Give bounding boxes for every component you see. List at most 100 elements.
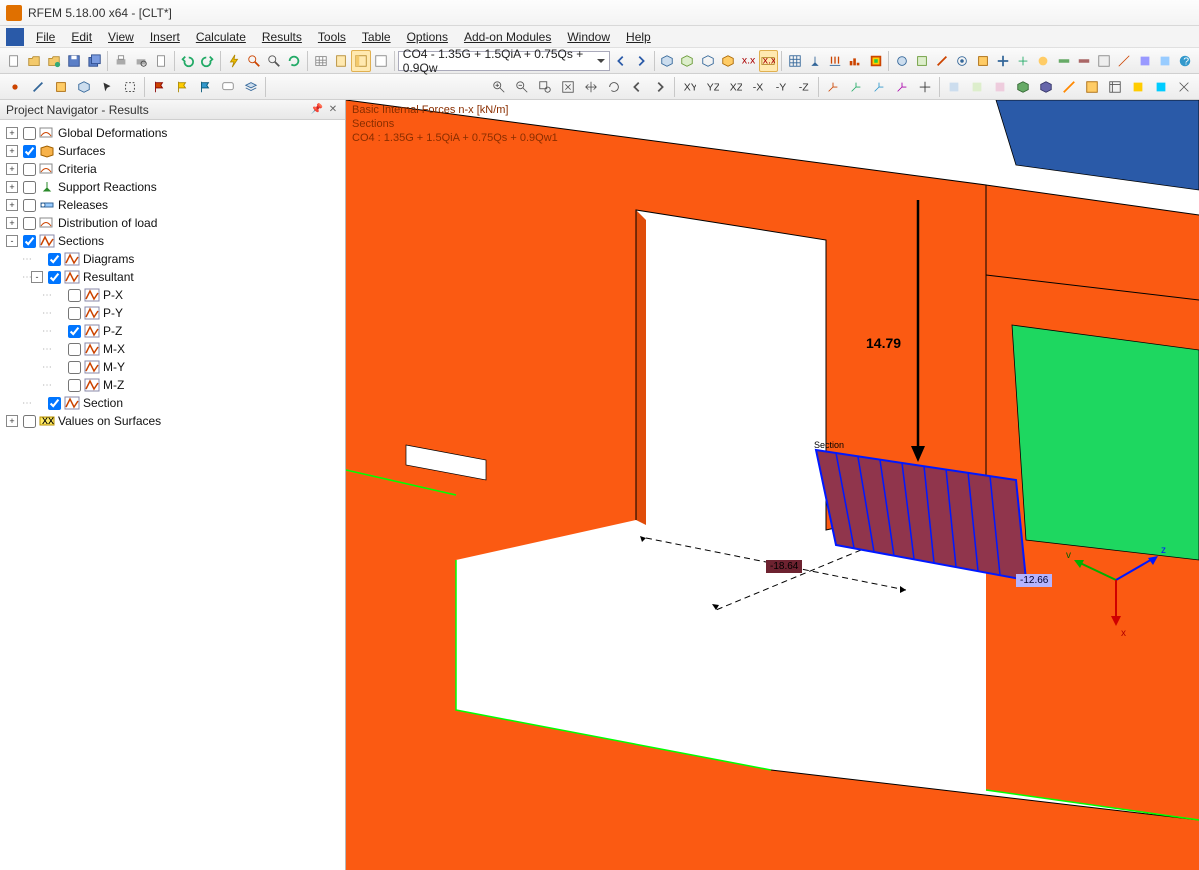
- flag-red-button[interactable]: [148, 76, 170, 98]
- misc7-button[interactable]: [1014, 50, 1033, 72]
- next-loadcase-button[interactable]: [632, 50, 651, 72]
- toggle-button[interactable]: [372, 50, 391, 72]
- tree-item-m-y[interactable]: ⋯M-Y: [2, 358, 343, 376]
- axes2-button[interactable]: [845, 76, 867, 98]
- rotate-button[interactable]: [603, 76, 625, 98]
- menu-window[interactable]: Window: [559, 28, 618, 46]
- zoom-out-button[interactable]: [511, 76, 533, 98]
- tree-item-p-z[interactable]: ⋯P-Z: [2, 322, 343, 340]
- misc8-button[interactable]: [1034, 50, 1053, 72]
- report-button[interactable]: [331, 50, 350, 72]
- axes4-button[interactable]: [891, 76, 913, 98]
- menu-insert[interactable]: Insert: [142, 28, 188, 46]
- vis1-button[interactable]: [943, 76, 965, 98]
- navigator-tree[interactable]: +Global Deformations+Surfaces+Criteria+S…: [0, 120, 345, 870]
- menu-view[interactable]: View: [100, 28, 142, 46]
- contour-button[interactable]: [866, 50, 885, 72]
- layer-button[interactable]: [240, 76, 262, 98]
- new-file-button[interactable]: [4, 50, 23, 72]
- solid-tool-button[interactable]: [73, 76, 95, 98]
- misc11-button[interactable]: [1095, 50, 1114, 72]
- tree-checkbox[interactable]: [68, 307, 81, 320]
- tree-checkbox[interactable]: [23, 145, 36, 158]
- axes1-button[interactable]: [822, 76, 844, 98]
- misc5-button[interactable]: [973, 50, 992, 72]
- misc10-button[interactable]: [1074, 50, 1093, 72]
- expand-icon[interactable]: +: [6, 145, 18, 157]
- pan-button[interactable]: [580, 76, 602, 98]
- tree-item-distribution-of-load[interactable]: +Distribution of load: [2, 214, 343, 232]
- pin-icon[interactable]: 📌: [311, 104, 323, 116]
- misc6-button[interactable]: [993, 50, 1012, 72]
- menu-calculate[interactable]: Calculate: [188, 28, 254, 46]
- menu-edit[interactable]: Edit: [63, 28, 100, 46]
- xxx-box-button[interactable]: x.xx: [759, 50, 778, 72]
- tree-item-p-x[interactable]: ⋯P-X: [2, 286, 343, 304]
- tree-item-values-on-surfaces[interactable]: +xxValues on Surfaces: [2, 412, 343, 430]
- tree-checkbox[interactable]: [48, 253, 61, 266]
- misc2-button[interactable]: [912, 50, 931, 72]
- iso-view-button[interactable]: [658, 50, 677, 72]
- tree-item-diagrams[interactable]: ⋯Diagrams: [2, 250, 343, 268]
- tree-item-m-z[interactable]: ⋯M-Z: [2, 376, 343, 394]
- vis5-button[interactable]: [1035, 76, 1057, 98]
- tree-checkbox[interactable]: [23, 415, 36, 428]
- wire-button[interactable]: [698, 50, 717, 72]
- tree-checkbox[interactable]: [68, 289, 81, 302]
- tree-checkbox[interactable]: [48, 397, 61, 410]
- xxx-label-button[interactable]: x.xx: [739, 50, 758, 72]
- misc4-button[interactable]: [953, 50, 972, 72]
- vis3-button[interactable]: [989, 76, 1011, 98]
- axes5-button[interactable]: [914, 76, 936, 98]
- tree-item-criteria[interactable]: +Criteria: [2, 160, 343, 178]
- vis9-button[interactable]: [1127, 76, 1149, 98]
- mesh-button[interactable]: [785, 50, 804, 72]
- misc12-button[interactable]: [1115, 50, 1134, 72]
- line-button[interactable]: [27, 76, 49, 98]
- tree-item-sections[interactable]: -Sections: [2, 232, 343, 250]
- view-results-button[interactable]: [244, 50, 263, 72]
- tree-item-global-deformations[interactable]: +Global Deformations: [2, 124, 343, 142]
- expand-icon[interactable]: +: [6, 181, 18, 193]
- zoom-in-button[interactable]: [488, 76, 510, 98]
- surface-button[interactable]: [50, 76, 72, 98]
- print-preview-button[interactable]: [131, 50, 150, 72]
- collapse-icon[interactable]: -: [31, 271, 43, 283]
- view-xz-button[interactable]: XZ: [724, 76, 746, 98]
- tree-checkbox[interactable]: [68, 325, 81, 338]
- menu-options[interactable]: Options: [399, 28, 456, 46]
- supports-button[interactable]: [805, 50, 824, 72]
- model-canvas[interactable]: [346, 100, 1199, 870]
- open-recent-button[interactable]: [45, 50, 64, 72]
- misc1-button[interactable]: [892, 50, 911, 72]
- tree-checkbox[interactable]: [68, 361, 81, 374]
- undo-button[interactable]: [178, 50, 197, 72]
- prev-view-button[interactable]: [626, 76, 648, 98]
- comment-button[interactable]: [217, 76, 239, 98]
- next-view-button[interactable]: [649, 76, 671, 98]
- loads-button[interactable]: [825, 50, 844, 72]
- tree-checkbox[interactable]: [23, 163, 36, 176]
- help-button[interactable]: ?: [1176, 50, 1195, 72]
- flag-yellow-button[interactable]: [171, 76, 193, 98]
- tree-checkbox[interactable]: [23, 181, 36, 194]
- tree-item-resultant[interactable]: ⋯-Resultant: [2, 268, 343, 286]
- table-button[interactable]: [311, 50, 330, 72]
- expand-icon[interactable]: +: [6, 415, 18, 427]
- misc14-button[interactable]: [1155, 50, 1174, 72]
- tree-item-releases[interactable]: +Releases: [2, 196, 343, 214]
- lightning-button[interactable]: [224, 50, 243, 72]
- tree-item-surfaces[interactable]: +Surfaces: [2, 142, 343, 160]
- tree-item-section[interactable]: ⋯Section: [2, 394, 343, 412]
- zoom-window-button[interactable]: [534, 76, 556, 98]
- menu-addon-modules[interactable]: Add-on Modules: [456, 28, 559, 46]
- page-button[interactable]: [152, 50, 171, 72]
- prev-loadcase-button[interactable]: [611, 50, 630, 72]
- print-button[interactable]: [111, 50, 130, 72]
- vis8-button[interactable]: [1104, 76, 1126, 98]
- save-button[interactable]: [65, 50, 84, 72]
- tree-item-m-x[interactable]: ⋯M-X: [2, 340, 343, 358]
- menu-help[interactable]: Help: [618, 28, 659, 46]
- vis7-button[interactable]: [1081, 76, 1103, 98]
- menu-tools[interactable]: Tools: [310, 28, 354, 46]
